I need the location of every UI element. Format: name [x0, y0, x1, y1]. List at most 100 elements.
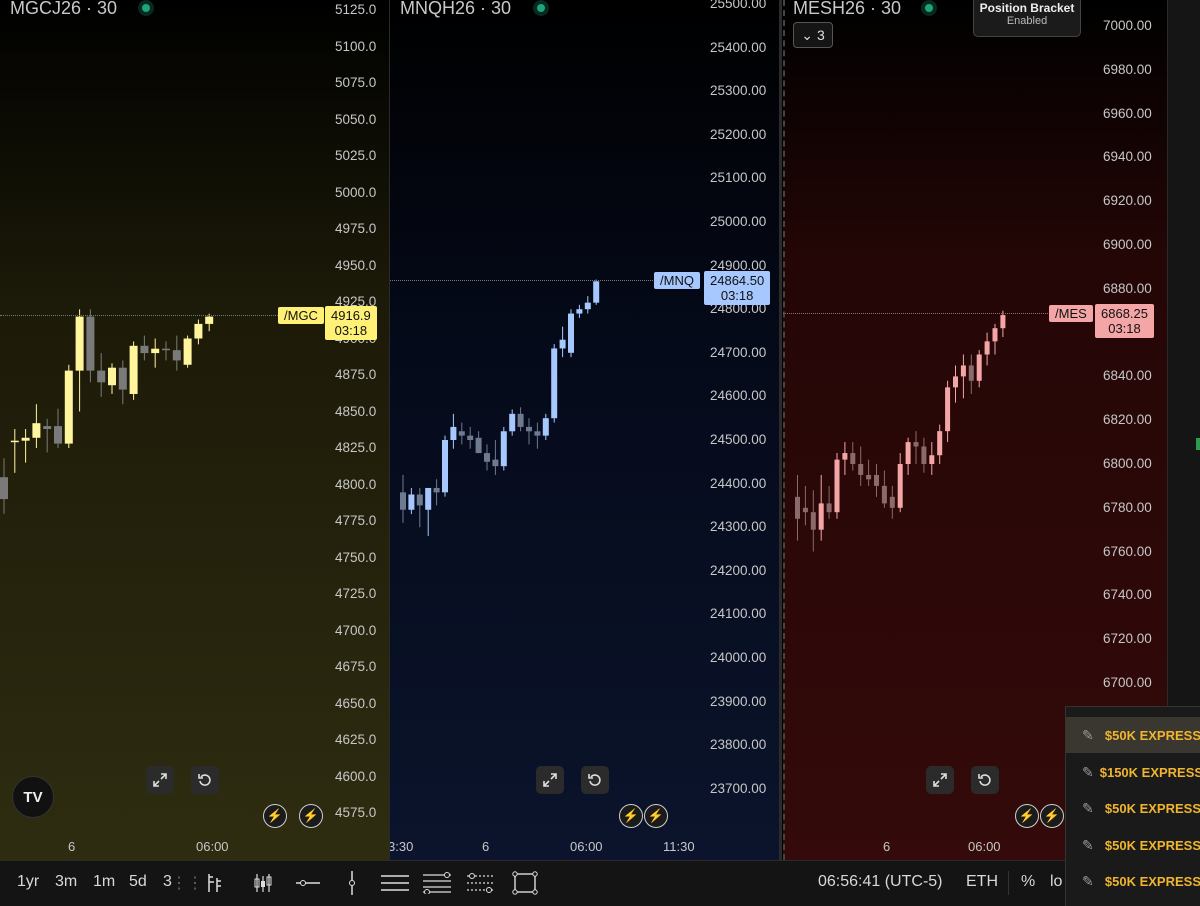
- price-axis-label: 4575.0: [335, 805, 377, 820]
- position-bracket-toggle[interactable]: Position Bracket Enabled: [973, 0, 1081, 37]
- candle: [129, 341, 138, 400]
- log-scale-toggle[interactable]: lo: [1050, 873, 1062, 891]
- account-item[interactable]: ✎ $150K EXPRESS: [1066, 754, 1200, 790]
- account-item[interactable]: ✎ $50K EXPRESS: [1066, 863, 1200, 899]
- drag-handle-icon[interactable]: ⋮⋮: [171, 869, 203, 897]
- bracket-status: Enabled: [1006, 15, 1048, 27]
- candle: [54, 408, 62, 448]
- candle: [433, 479, 440, 506]
- price-axis-label: 24300.00: [710, 519, 767, 535]
- clock-timezone[interactable]: 06:56:41 (UTC-5): [818, 873, 943, 891]
- parallel-channel-icon[interactable]: [380, 869, 410, 897]
- bottom-toolbar: 1yr 3m 1m 5d 3 ⋮⋮ 06:56:41 (UTC-5) ETH %…: [0, 860, 1200, 906]
- candle: [826, 485, 832, 519]
- candle: [921, 437, 927, 473]
- price-axis-label: 5025.0: [335, 148, 377, 163]
- layout-selector[interactable]: ⌄ 3: [793, 22, 833, 48]
- session-toggle[interactable]: ETH: [966, 873, 998, 891]
- price-axis-label: 4850.0: [335, 403, 377, 419]
- candle: [542, 413, 549, 440]
- percent-scale-toggle[interactable]: %: [1021, 873, 1035, 891]
- timeframe-1yr[interactable]: 1yr: [17, 873, 39, 891]
- expand-icon[interactable]: [146, 766, 174, 794]
- candle: [584, 296, 591, 314]
- candles-icon[interactable]: [248, 869, 278, 897]
- price-axis-label: 4950.0: [335, 257, 377, 273]
- candle: [108, 363, 116, 394]
- pencil-icon[interactable]: ✎: [1082, 800, 1099, 817]
- bar-chart-icon[interactable]: [200, 869, 230, 897]
- quick-trade-icon[interactable]: ⚡: [1040, 804, 1064, 828]
- timeframe-5d[interactable]: 5d: [129, 873, 147, 891]
- price-axis-label: 6800.00: [1103, 456, 1152, 471]
- account-item[interactable]: ✎ $50K EXPRESS: [1066, 790, 1200, 826]
- price-axis-label: 6760.00: [1103, 543, 1152, 559]
- reset-icon[interactable]: [191, 766, 219, 794]
- last-price-label: 4916.9 03:18: [325, 306, 377, 340]
- candle: [526, 418, 532, 445]
- account-name: $50K EXPRESS: [1104, 800, 1200, 816]
- expand-icon[interactable]: [536, 766, 564, 794]
- price-axis-label: 25300.00: [710, 83, 767, 99]
- pencil-icon[interactable]: ✎: [1082, 873, 1099, 890]
- candle: [21, 429, 30, 463]
- pencil-icon[interactable]: ✎: [1082, 764, 1094, 781]
- account-item[interactable]: ✎ $50K EXPRESS: [1066, 827, 1200, 863]
- tradingview-logo[interactable]: TV: [12, 776, 54, 818]
- price-axis-label: 4750.0: [335, 549, 377, 565]
- price-axis-label: 4725.0: [335, 586, 377, 601]
- candlestick-plot[interactable]: [0, 0, 330, 800]
- candle: [400, 474, 406, 523]
- candle: [834, 453, 840, 519]
- candle: [140, 335, 149, 361]
- price-axis-label: 25400.00: [710, 39, 767, 55]
- reset-icon[interactable]: [581, 766, 609, 794]
- timeframe-1m[interactable]: 1m: [93, 873, 115, 891]
- candle: [818, 474, 824, 541]
- gann-fan-icon[interactable]: [466, 869, 496, 897]
- account-name: $50K EXPRESS: [1104, 727, 1200, 743]
- candle: [953, 365, 958, 403]
- candlestick-plot[interactable]: [390, 0, 710, 800]
- price-axis-label: 5100.0: [335, 38, 377, 54]
- candle: [976, 350, 982, 388]
- pencil-icon[interactable]: ✎: [1082, 837, 1099, 854]
- last-price-label: 6868.25 03:18: [1095, 304, 1154, 338]
- bar-countdown: 03:18: [720, 288, 754, 303]
- quick-trade-icon[interactable]: ⚡: [619, 804, 643, 828]
- chart-pane-mnq[interactable]: MNQH26 · 30 25500.00 25400.00 25300.00 2520…: [390, 0, 782, 860]
- candle: [416, 487, 423, 528]
- pencil-icon[interactable]: ✎: [1082, 727, 1099, 744]
- price-axis-label: 6940.00: [1103, 149, 1152, 165]
- chart-pane-mgc[interactable]: MGCJ26 · 30 5125.0 5100.0 5075.0 5050.0 5025…: [0, 0, 391, 860]
- quick-trade-icon[interactable]: ⚡: [299, 804, 323, 828]
- symbol-tag: /MNQ: [654, 272, 700, 289]
- price-axis-label: 23900.00: [710, 693, 767, 709]
- last-price-value: 4916.9: [331, 308, 371, 323]
- candle: [897, 453, 903, 513]
- price-axis-label: 24700.00: [710, 344, 767, 360]
- candle: [881, 470, 887, 508]
- expand-icon[interactable]: [926, 766, 954, 794]
- time-axis-label: 06:00: [570, 839, 603, 854]
- quick-trade-icon[interactable]: ⚡: [263, 804, 287, 828]
- price-axis-label: 4650.0: [335, 695, 377, 711]
- timeframe-3m[interactable]: 3m: [55, 873, 77, 891]
- price-axis-label: 6700.00: [1103, 675, 1152, 690]
- candle: [913, 431, 919, 464]
- reset-icon[interactable]: [971, 766, 999, 794]
- candlestick-plot[interactable]: [783, 0, 1093, 800]
- candle: [929, 442, 935, 475]
- vertical-line-icon[interactable]: [337, 869, 367, 897]
- horizontal-line-icon[interactable]: [293, 869, 323, 897]
- price-axis-label: 24600.00: [710, 388, 767, 404]
- last-price-line: [0, 315, 280, 316]
- candle: [205, 313, 214, 332]
- rectangle-icon[interactable]: [510, 869, 540, 897]
- quick-trade-icon[interactable]: ⚡: [644, 804, 668, 828]
- candle: [64, 364, 73, 448]
- fib-retracement-icon[interactable]: [422, 869, 452, 897]
- account-item[interactable]: ✎ $50K EXPRESS: [1066, 717, 1200, 753]
- price-axis-label: 6960.00: [1103, 105, 1152, 121]
- quick-trade-icon[interactable]: ⚡: [1015, 804, 1039, 828]
